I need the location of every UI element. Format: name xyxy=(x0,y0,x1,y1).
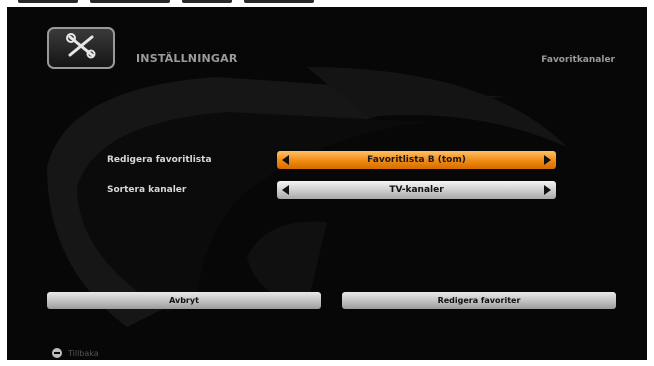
sort-channels-selector[interactable]: TV-kanaler xyxy=(277,181,556,199)
back-icon xyxy=(52,348,62,358)
row-label-sort-channels: Sortera kanaler xyxy=(107,185,187,195)
cancel-button[interactable]: Avbryt xyxy=(47,292,321,309)
cropped-text-fragment xyxy=(182,0,232,3)
back-hint[interactable]: Tillbaka xyxy=(52,348,99,358)
edit-favorites-button[interactable]: Redigera favoriter xyxy=(342,292,616,309)
tools-icon xyxy=(64,33,98,63)
arrow-left-icon[interactable] xyxy=(282,155,289,165)
favorite-list-selector[interactable]: Favoritlista B (tom) xyxy=(277,151,556,169)
selector-value: TV-kanaler xyxy=(389,185,444,195)
settings-tools-icon-box xyxy=(47,27,115,69)
cropped-text-fragment xyxy=(90,0,170,3)
cropped-text-fragment xyxy=(244,0,314,3)
back-label: Tillbaka xyxy=(68,348,99,358)
arrow-right-icon[interactable] xyxy=(544,155,551,165)
arrow-left-icon[interactable] xyxy=(282,185,289,195)
top-crop-strip xyxy=(0,0,654,7)
cropped-text-fragment xyxy=(18,0,78,3)
tv-settings-screen: INSTÄLLNINGAR Favoritkanaler Redigera fa… xyxy=(7,7,647,360)
arrow-right-icon[interactable] xyxy=(544,185,551,195)
selector-value: Favoritlista B (tom) xyxy=(367,155,466,165)
page-title: INSTÄLLNINGAR xyxy=(136,52,238,65)
context-label: Favoritkanaler xyxy=(541,55,615,65)
row-label-edit-favorite-list: Redigera favoritlista xyxy=(107,155,212,165)
